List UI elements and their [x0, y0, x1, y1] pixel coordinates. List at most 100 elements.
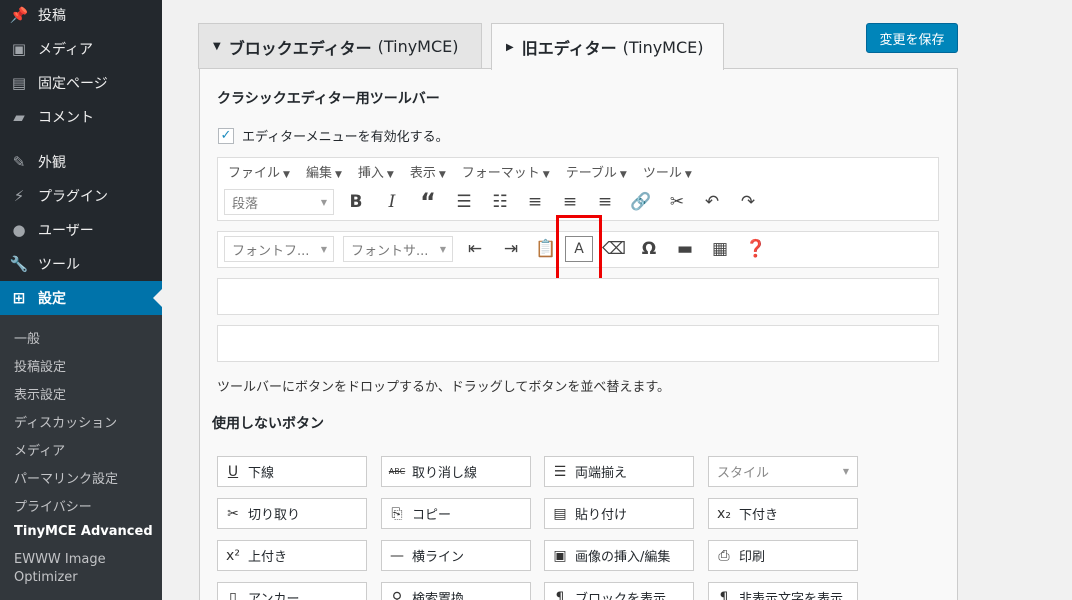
submenu-media[interactable]: メディア — [14, 440, 65, 459]
unused-subscript-button[interactable]: x₂ 下付き — [708, 498, 858, 529]
submenu-general[interactable]: 一般 — [14, 328, 40, 347]
button-label: 下付き — [739, 508, 779, 523]
save-changes-button[interactable]: 変更を保存 — [866, 23, 958, 53]
submenu-privacy[interactable]: プライバシー — [14, 496, 92, 515]
caret-down-icon: ▼ — [213, 41, 221, 52]
menu-settings[interactable]: ⊞ 設定 — [0, 281, 162, 315]
help-text: ツールバーにボタンをドロップするか、ドラッグしてボタンを並べ替えます。 — [217, 380, 671, 395]
bold-icon[interactable]: B — [341, 187, 371, 217]
font-size-select[interactable]: フォントサ... ▼ — [343, 236, 453, 262]
menu-users[interactable]: ● ユーザー — [0, 213, 162, 247]
unused-show-blocks-button[interactable]: ¶ ブロックを表示 — [544, 582, 694, 600]
numbered-list-icon[interactable]: ☷ — [485, 187, 515, 217]
unlink-icon[interactable]: ✂ — [662, 187, 692, 217]
menu-label: ツール — [38, 257, 80, 273]
section-title: クラシックエディター用ツールバー — [217, 91, 440, 107]
button-label: 横ライン — [412, 550, 465, 565]
menu-insert[interactable]: 挿入 ▼ — [358, 162, 394, 181]
tab-block-editor[interactable]: ▼ ブロックエディター (TinyMCE) — [198, 23, 482, 69]
unused-print-button[interactable]: ⎙ 印刷 — [708, 540, 858, 571]
menu-comments[interactable]: ▰ コメント — [0, 100, 162, 134]
button-label: 切り取り — [248, 508, 301, 523]
menubar-label: 編集 — [305, 165, 332, 181]
unused-search-replace-button[interactable]: ⚲ 検索置換 — [381, 582, 531, 600]
menu-tools[interactable]: ツール ▼ — [643, 162, 692, 181]
page-icon: ▤ — [11, 74, 27, 92]
help-icon[interactable]: ❓ — [741, 234, 771, 264]
redo-icon[interactable]: ↷ — [733, 187, 763, 217]
search-replace-icon: ⚲ — [391, 589, 403, 600]
font-family-select[interactable]: フォントフ... ▼ — [224, 236, 334, 262]
menu-label: プラグイン — [38, 189, 108, 205]
show-blocks-icon: ¶ — [555, 589, 565, 600]
menu-pages[interactable]: ▤ 固定ページ — [0, 66, 162, 100]
unused-anchor-button[interactable]: ▯ アンカー — [217, 582, 367, 600]
outdent-icon[interactable]: ⇤ — [460, 234, 490, 264]
eraser-icon[interactable]: ⌫ — [599, 234, 629, 264]
align-left-icon[interactable]: ≡ — [520, 187, 550, 217]
submenu-discussion[interactable]: ディスカッション — [14, 412, 117, 431]
anchor-icon: ▯ — [229, 589, 237, 600]
paste-icon: ▤ — [553, 505, 567, 522]
table-icon[interactable]: ▦ — [705, 234, 735, 264]
hr-icon[interactable]: ▬ — [670, 234, 700, 264]
comment-icon: ▰ — [13, 108, 25, 126]
unused-copy-button[interactable]: ⎘ コピー — [381, 498, 531, 529]
menu-appearance[interactable]: ✎ 外観 — [0, 145, 162, 179]
caret-down-icon: ▼ — [619, 169, 627, 180]
justify-icon: ☰ — [553, 463, 567, 480]
caret-down-icon: ▼ — [439, 244, 446, 254]
submenu-reading[interactable]: 表示設定 — [14, 384, 66, 403]
strikethrough-icon: ABC — [388, 467, 406, 476]
submenu-permalinks[interactable]: パーマリンク設定 — [14, 468, 118, 487]
submenu-ewww-line1[interactable]: EWWW Image — [14, 552, 106, 567]
toolbar-drop-row-3[interactable] — [217, 278, 939, 315]
link-icon[interactable]: 🔗 — [626, 187, 656, 217]
unused-underline-button[interactable]: U 下線 — [217, 456, 367, 487]
menu-plugins[interactable]: ⚡ プラグイン — [0, 179, 162, 213]
unused-paste-button[interactable]: ▤ 貼り付け — [544, 498, 694, 529]
editor-menubar: ファイル ▼ 編集 ▼ 挿入 ▼ 表示 ▼ フォーマット ▼ テーブル ▼ ツール ▼ — [218, 158, 698, 184]
menu-posts[interactable]: 📌 投稿 — [0, 0, 162, 32]
omega-icon[interactable]: Ω — [634, 234, 664, 264]
indent-icon[interactable]: ⇥ — [496, 234, 526, 264]
unused-superscript-button[interactable]: x² 上付き — [217, 540, 367, 571]
blockquote-icon[interactable]: “ — [413, 187, 443, 217]
menubar-label: ツール — [642, 165, 682, 181]
unused-cut-button[interactable]: ✂ 切り取り — [217, 498, 367, 529]
unused-style-select[interactable]: スタイル ▼ — [708, 456, 858, 487]
menu-file[interactable]: ファイル ▼ — [228, 162, 290, 181]
unused-invisible-chars-button[interactable]: ¶ 非表示文字を表示 — [708, 582, 858, 600]
menu-edit[interactable]: 編集 ▼ — [306, 162, 342, 181]
format-select[interactable]: 段落 ▼ — [224, 189, 334, 215]
align-right-icon[interactable]: ≡ — [590, 187, 620, 217]
menu-view[interactable]: 表示 ▼ — [410, 162, 446, 181]
enable-menu-row[interactable]: ✓ エディターメニューを有効化する。 — [218, 126, 449, 145]
caret-down-icon: ▼ — [320, 244, 327, 254]
menu-table[interactable]: テーブル ▼ — [566, 162, 627, 181]
subscript-icon: x₂ — [717, 505, 731, 522]
toolbar-drop-row-4[interactable] — [217, 325, 939, 362]
menu-label: コメント — [38, 110, 94, 126]
submenu-ewww-line2[interactable]: Optimizer — [14, 570, 78, 585]
menu-media[interactable]: ▣ メディア — [0, 32, 162, 66]
menu-label: 外観 — [38, 155, 66, 171]
user-icon: ● — [12, 221, 26, 239]
bullet-list-icon[interactable]: ☰ — [449, 187, 479, 217]
button-label: 画像の挿入/編集 — [575, 550, 671, 565]
align-center-icon[interactable]: ≡ — [555, 187, 585, 217]
unused-justify-button[interactable]: ☰ 両端揃え — [544, 456, 694, 487]
italic-icon[interactable]: I — [377, 187, 407, 217]
unused-hr-button[interactable]: — 横ライン — [381, 540, 531, 571]
unused-image-button[interactable]: ▣ 画像の挿入/編集 — [544, 540, 694, 571]
menu-tools[interactable]: 🔧 ツール — [0, 247, 162, 281]
checkbox-label: エディターメニューを有効化する。 — [242, 130, 449, 145]
menu-label: 固定ページ — [38, 76, 108, 92]
submenu-writing[interactable]: 投稿設定 — [14, 356, 66, 375]
menu-format[interactable]: フォーマット ▼ — [462, 162, 550, 181]
tab-classic-editor[interactable]: ▶ 旧エディター (TinyMCE) — [491, 23, 724, 70]
submenu-tinymce-advanced[interactable]: TinyMCE Advanced — [14, 524, 153, 539]
enable-menu-checkbox[interactable]: ✓ — [218, 127, 234, 144]
unused-strikethrough-button[interactable]: ABC 取り消し線 — [381, 456, 531, 487]
undo-icon[interactable]: ↶ — [697, 187, 727, 217]
